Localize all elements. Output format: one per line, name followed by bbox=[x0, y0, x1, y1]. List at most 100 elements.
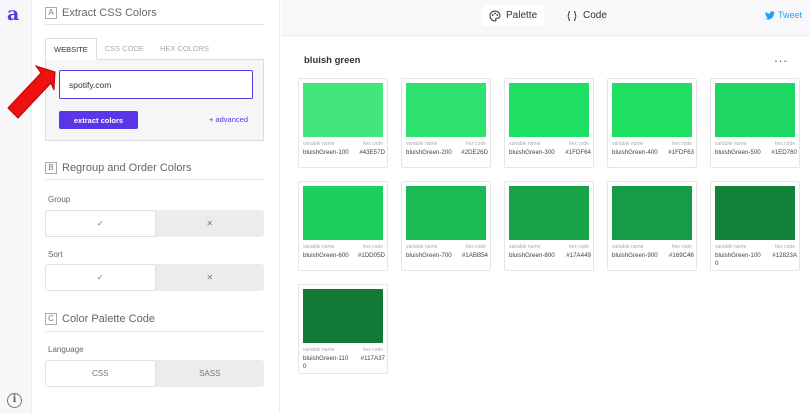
hex-code[interactable]: #2DE26D bbox=[461, 149, 488, 157]
hex-code[interactable]: #12823A bbox=[772, 252, 797, 268]
color-meta-header: variable name hex code bbox=[303, 244, 383, 250]
color-meta-header: variable name hex code bbox=[303, 347, 383, 353]
color-meta-values: bluishGreen-100 #43E57D bbox=[303, 149, 385, 157]
hex-code[interactable]: #17A449 bbox=[566, 252, 591, 260]
hex-code-header: hex code bbox=[362, 141, 383, 147]
group-no-option[interactable]: ✕ bbox=[156, 210, 265, 237]
color-meta-header: variable name hex code bbox=[303, 141, 383, 147]
language-css-option[interactable]: CSS bbox=[45, 360, 156, 387]
section-code-header: C Color Palette Code bbox=[45, 313, 155, 325]
section-extract-header: A Extract CSS Colors bbox=[45, 7, 157, 19]
twitter-icon bbox=[764, 10, 775, 19]
hex-code[interactable]: #1FDF63 bbox=[668, 149, 694, 157]
sort-no-option[interactable]: ✕ bbox=[156, 264, 265, 291]
color-swatch[interactable] bbox=[303, 83, 383, 137]
color-swatch[interactable] bbox=[509, 83, 589, 137]
hex-code[interactable]: #1DD05D bbox=[358, 252, 385, 260]
color-meta-values: bluishGreen-900 #169C46 bbox=[612, 252, 694, 260]
color-swatch[interactable] bbox=[612, 83, 692, 137]
color-swatch[interactable] bbox=[509, 186, 589, 240]
color-card[interactable]: variable name hex code bluishGreen-500 #1ED… bbox=[710, 78, 800, 168]
language-toggle: CSS SASS bbox=[45, 360, 264, 387]
variable-name[interactable]: bluishGreen-400 bbox=[612, 149, 658, 157]
group-toggle: ✓ ✕ bbox=[45, 210, 264, 237]
sort-yes-option[interactable]: ✓ bbox=[45, 264, 156, 291]
variable-name[interactable]: bluishGreen-1100 bbox=[303, 355, 351, 371]
hex-code-header: hex code bbox=[671, 244, 692, 250]
tweet-button[interactable]: Tweet bbox=[764, 10, 802, 20]
tab-hex-colors[interactable]: HEX COLORS bbox=[152, 38, 217, 59]
variable-name-header: variable name bbox=[406, 244, 438, 250]
variable-name-header: variable name bbox=[715, 141, 747, 147]
color-card[interactable]: variable name hex code bluishGreen-400 #1FD… bbox=[607, 78, 697, 168]
more-options-icon[interactable]: ... bbox=[774, 50, 788, 65]
color-swatch[interactable] bbox=[406, 83, 486, 137]
color-meta-header: variable name hex code bbox=[715, 141, 795, 147]
color-card[interactable]: variable name hex code bluishGreen-1000 #12… bbox=[710, 181, 800, 271]
variable-name-header: variable name bbox=[303, 347, 335, 353]
color-meta-values: bluishGreen-500 #1ED760 bbox=[715, 149, 797, 157]
variable-name[interactable]: bluishGreen-1000 bbox=[715, 252, 763, 268]
info-icon[interactable]: i bbox=[7, 393, 22, 408]
extract-colors-button[interactable]: extract colors bbox=[59, 111, 138, 129]
color-card[interactable]: variable name hex code bluishGreen-1100 #11… bbox=[298, 284, 388, 374]
variable-name-header: variable name bbox=[406, 141, 438, 147]
red-arrow-icon bbox=[7, 65, 56, 119]
variable-name[interactable]: bluishGreen-200 bbox=[406, 149, 452, 157]
color-meta-header: variable name hex code bbox=[612, 141, 692, 147]
variable-name[interactable]: bluishGreen-900 bbox=[612, 252, 658, 260]
color-card[interactable]: variable name hex code bluishGreen-900 #169… bbox=[607, 181, 697, 271]
tab-website[interactable]: WEBSITE bbox=[45, 38, 97, 60]
code-view-button[interactable]: Code bbox=[559, 5, 614, 26]
sort-label: Sort bbox=[48, 250, 63, 259]
hex-code[interactable]: #169C46 bbox=[669, 252, 694, 260]
palette-view-button[interactable]: Palette bbox=[482, 5, 545, 26]
tweet-label: Tweet bbox=[777, 10, 802, 20]
color-card[interactable]: variable name hex code bluishGreen-300 #1FD… bbox=[504, 78, 594, 168]
color-meta-values: bluishGreen-1000 #12823A bbox=[715, 252, 797, 268]
tab-css-code[interactable]: CSS CODE bbox=[97, 38, 152, 59]
color-card[interactable]: variable name hex code bluishGreen-800 #17A… bbox=[504, 181, 594, 271]
variable-name-header: variable name bbox=[612, 244, 644, 250]
variable-name-header: variable name bbox=[509, 141, 541, 147]
hex-code[interactable]: #1ED760 bbox=[771, 149, 797, 157]
hex-code[interactable]: #43E57D bbox=[359, 149, 385, 157]
variable-name[interactable]: bluishGreen-500 bbox=[715, 149, 761, 157]
hex-code[interactable]: #1FDF64 bbox=[565, 149, 591, 157]
color-swatch[interactable] bbox=[612, 186, 692, 240]
color-card[interactable]: variable name hex code bluishGreen-600 #1DD… bbox=[298, 181, 388, 271]
palette-icon bbox=[489, 9, 501, 22]
color-card[interactable]: variable name hex code bluishGreen-700 #1AB… bbox=[401, 181, 491, 271]
group-yes-option[interactable]: ✓ bbox=[45, 210, 156, 237]
color-swatch[interactable] bbox=[715, 186, 795, 240]
hex-code[interactable]: #1ABB54 bbox=[462, 252, 488, 260]
section-letter: B bbox=[45, 162, 57, 174]
color-swatch[interactable] bbox=[406, 186, 486, 240]
sort-toggle: ✓ ✕ bbox=[45, 264, 264, 291]
url-input[interactable] bbox=[59, 70, 253, 99]
variable-name[interactable]: bluishGreen-700 bbox=[406, 252, 452, 260]
section-letter: C bbox=[45, 313, 57, 325]
color-swatch[interactable] bbox=[715, 83, 795, 137]
hex-code-header: hex code bbox=[774, 244, 795, 250]
section-title: Color Palette Code bbox=[62, 313, 155, 325]
variable-name[interactable]: bluishGreen-800 bbox=[509, 252, 555, 260]
settings-panel: A Extract CSS Colors WEBSITE CSS CODE HE… bbox=[33, 0, 280, 413]
color-meta-header: variable name hex code bbox=[509, 244, 589, 250]
source-tabs: WEBSITE CSS CODE HEX COLORS bbox=[45, 38, 264, 60]
hex-code[interactable]: #117A37 bbox=[361, 355, 385, 371]
color-card[interactable]: variable name hex code bluishGreen-200 #2DE… bbox=[401, 78, 491, 168]
color-card[interactable]: variable name hex code bluishGreen-100 #43E… bbox=[298, 78, 388, 168]
hex-code-header: hex code bbox=[465, 141, 486, 147]
variable-name[interactable]: bluishGreen-100 bbox=[303, 149, 349, 157]
section-letter: A bbox=[45, 7, 57, 19]
color-meta-values: bluishGreen-600 #1DD05D bbox=[303, 252, 385, 260]
variable-name[interactable]: bluishGreen-600 bbox=[303, 252, 349, 260]
braces-icon bbox=[567, 10, 577, 21]
advanced-link[interactable]: + advanced bbox=[209, 115, 248, 124]
color-swatch[interactable] bbox=[303, 186, 383, 240]
language-sass-option[interactable]: SASS bbox=[156, 360, 265, 387]
variable-name[interactable]: bluishGreen-300 bbox=[509, 149, 555, 157]
color-swatch[interactable] bbox=[303, 289, 383, 343]
app-logo[interactable]: a bbox=[7, 3, 19, 25]
